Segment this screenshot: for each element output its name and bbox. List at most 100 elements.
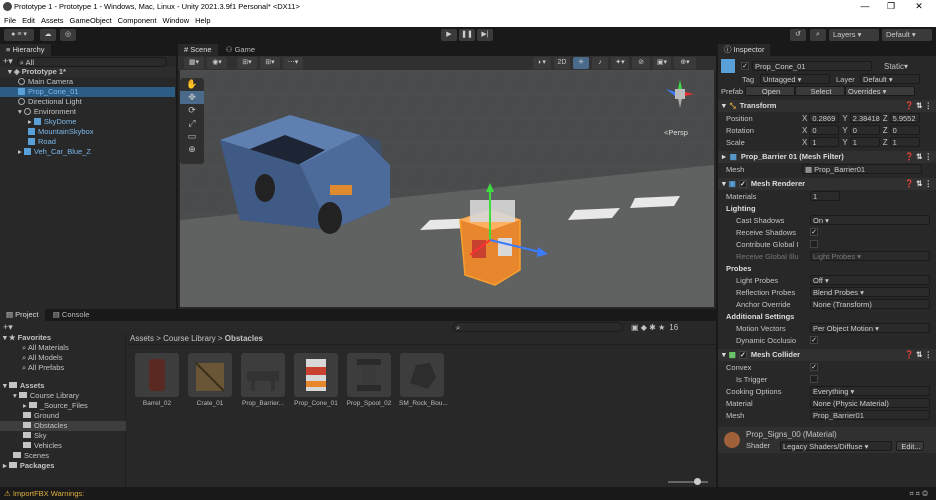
folder-item[interactable]: Obstacles	[0, 421, 126, 431]
mesh-collider-header[interactable]: ▾ ▦ ✓ Mesh Collider ❓ ⇅ ⋮	[718, 349, 936, 361]
tab-project[interactable]: ▤ Project	[0, 309, 45, 321]
mode-2d-button[interactable]: 2D	[554, 57, 570, 69]
folder-item[interactable]: Vehicles	[0, 441, 126, 451]
restore-button[interactable]: ❐	[884, 1, 898, 13]
create-icon[interactable]: +▾	[3, 322, 123, 333]
dynamic-occlusion-checkbox[interactable]: ✓	[810, 336, 818, 344]
search-icon[interactable]: ⌕	[810, 29, 826, 41]
receive-gi-dropdown[interactable]: Light Probes ▾	[810, 251, 930, 261]
asset-item[interactable]: SM_Rock_Bou...	[399, 353, 448, 407]
collider-mesh-field[interactable]: Prop_Barrier01	[810, 410, 930, 420]
menu-component[interactable]: Component	[118, 16, 157, 25]
layers-dropdown[interactable]: Layers ▾	[829, 29, 879, 41]
hierarchy-item[interactable]: Directional Light	[0, 97, 175, 107]
transform-rotation-z-field[interactable]: 0	[889, 125, 920, 135]
gizmo-mode-icon[interactable]: ◉▾	[207, 57, 227, 69]
transform-position-y-field[interactable]: 2.38418	[849, 113, 880, 123]
collider-material-field[interactable]: None (Physic Material)	[810, 398, 930, 408]
move-tool-icon[interactable]: ✥	[180, 91, 204, 104]
shader-edit-button[interactable]: Edit...	[896, 440, 924, 451]
collab-icon[interactable]: ◎	[60, 29, 76, 41]
is-trigger-checkbox[interactable]	[810, 375, 818, 383]
component-menu-icon[interactable]: ❓ ⇅ ⋮	[905, 100, 932, 112]
slider-handle[interactable]	[694, 478, 701, 485]
tab-console[interactable]: ▤ Console	[47, 309, 96, 321]
breadcrumb-obstacles[interactable]: Obstacles	[225, 334, 263, 343]
contribute-gi-checkbox[interactable]	[810, 240, 818, 248]
tag-dropdown[interactable]: Untagged ▾	[760, 74, 830, 84]
mesh-field[interactable]: ▦ Prop_Barrier01	[802, 164, 922, 174]
cast-shadows-dropdown[interactable]: On ▾	[810, 215, 930, 225]
reflection-probes-dropdown[interactable]: Blend Probes ▾	[810, 287, 930, 297]
transform-rotation-y-field[interactable]: 0	[849, 125, 880, 135]
project-search-input[interactable]: ⌕	[453, 322, 623, 332]
component-menu-icon[interactable]: ❓ ⇅ ⋮	[905, 151, 932, 163]
draw-mode-icon[interactable]: ▦▾	[184, 57, 204, 69]
folder-item[interactable]: Ground	[0, 411, 126, 421]
rect-tool-icon[interactable]: ▭	[180, 130, 204, 143]
step-button[interactable]: ▶|	[477, 29, 493, 41]
mesh-collider-enabled[interactable]: ✓	[738, 351, 747, 359]
folder-item[interactable]: ▾ Course Library	[0, 391, 126, 401]
shader-dropdown[interactable]: Legacy Shaders/Diffuse ▾	[780, 440, 892, 451]
filter-type-icon[interactable]: ▣ ◆ ✱ ★	[631, 323, 665, 332]
prefab-open-button[interactable]: Open	[745, 86, 795, 96]
active-checkbox[interactable]: ✓	[741, 62, 749, 70]
tab-inspector[interactable]: ⓘ Inspector	[718, 44, 771, 56]
asset-item[interactable]: Prop_Cone_01	[293, 353, 339, 407]
thumbnail-size-slider[interactable]	[668, 478, 708, 485]
static-label[interactable]: Static	[884, 62, 904, 71]
cloud-icon[interactable]: ☁	[40, 29, 56, 41]
shading-icon[interactable]: ◐▾	[533, 57, 551, 69]
layout-dropdown[interactable]: Default ▾	[882, 29, 932, 41]
close-button[interactable]: ✕	[912, 1, 926, 13]
transform-scale-y-field[interactable]: 1	[849, 137, 880, 147]
material-title[interactable]: Prop_Signs_00 (Material)	[746, 430, 924, 439]
rotate-tool-icon[interactable]: ⟳	[180, 104, 204, 117]
grid-snap-icon[interactable]: ⊞▾	[260, 57, 280, 69]
assets-root[interactable]: ▾ Assets	[0, 381, 126, 391]
prefab-select-button[interactable]: Select	[795, 86, 845, 96]
mesh-renderer-enabled[interactable]: ✓	[738, 180, 747, 188]
transform-header[interactable]: ▾ ⤡ Transform ❓ ⇅ ⋮	[718, 100, 936, 112]
increment-snap-icon[interactable]: ⋯▾	[283, 57, 303, 69]
hidden-icon[interactable]: ⊘	[632, 57, 650, 69]
favorite-item[interactable]: ⌕ All Prefabs	[0, 363, 126, 373]
component-menu-icon[interactable]: ❓ ⇅ ⋮	[905, 178, 932, 190]
anchor-override-field[interactable]: None (Transform)	[810, 299, 930, 309]
history-icon[interactable]: ↺	[790, 29, 806, 41]
expand-arrow-icon[interactable]: ▾	[18, 107, 24, 116]
menu-help[interactable]: Help	[195, 16, 210, 25]
breadcrumb-assets[interactable]: Assets	[130, 334, 154, 343]
menu-window[interactable]: Window	[162, 16, 189, 25]
menu-gameobject[interactable]: GameObject	[70, 16, 112, 25]
tab-game[interactable]: ⚇ Game	[220, 44, 261, 56]
folder-item[interactable]: ▸ _Source_Files	[0, 401, 126, 411]
asset-item[interactable]: Prop_Barrier...	[240, 353, 286, 407]
asset-item[interactable]: Prop_Spool_02	[346, 353, 392, 407]
favorite-item[interactable]: ⌕ All Models	[0, 353, 126, 363]
asset-item[interactable]: Barrel_02	[134, 353, 180, 407]
transform-tool-icon[interactable]: ⊕	[180, 143, 204, 156]
component-menu-icon[interactable]: ❓ ⇅ ⋮	[905, 349, 932, 361]
play-button[interactable]: ▶	[441, 29, 457, 41]
tab-scene[interactable]: # Scene	[178, 44, 218, 56]
hierarchy-item[interactable]: Main Camera	[0, 77, 175, 87]
hierarchy-search-input[interactable]: ⌕ All	[16, 56, 167, 67]
mesh-filter-header[interactable]: ▸ ▦ Prop_Barrier 01 (Mesh Filter) ❓ ⇅ ⋮	[718, 151, 936, 163]
lighting-toggle-icon[interactable]: ☀	[573, 57, 589, 69]
menu-file[interactable]: File	[4, 16, 16, 25]
folder-item[interactable]: Scenes	[0, 451, 126, 461]
hierarchy-item[interactable]: Prop_Cone_01	[0, 87, 175, 97]
scale-tool-icon[interactable]: ⤢	[180, 117, 204, 130]
asset-item[interactable]: Crate_01	[187, 353, 233, 407]
menu-edit[interactable]: Edit	[22, 16, 35, 25]
scene-viewport[interactable]: <Persp ✋ ✥ ⟳ ⤢ ▭ ⊕	[180, 70, 714, 307]
materials-field[interactable]: 1	[810, 191, 840, 201]
layer-dropdown[interactable]: Default ▾	[860, 74, 920, 84]
hierarchy-item[interactable]: ▾ Environment	[0, 107, 175, 117]
hierarchy-scene-row[interactable]: ▾ ◈ Prototype 1*	[0, 67, 176, 77]
cooking-options-dropdown[interactable]: Everything ▾	[810, 386, 930, 396]
static-dropdown-icon[interactable]: ▾	[904, 62, 908, 71]
gizmos-icon[interactable]: ⊕▾	[674, 57, 696, 69]
